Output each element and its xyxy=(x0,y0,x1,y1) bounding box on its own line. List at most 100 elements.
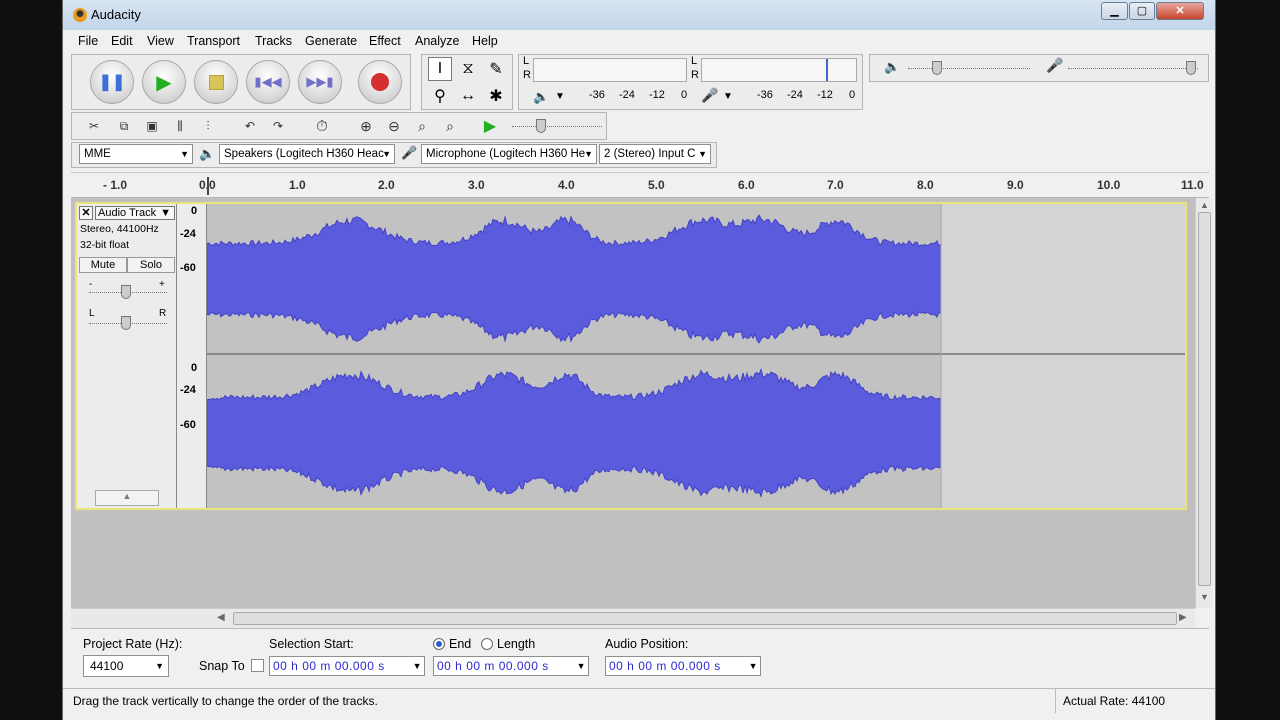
cut-icon[interactable]: ✂ xyxy=(82,115,106,137)
multi-tool-icon[interactable]: ✱ xyxy=(484,84,508,108)
record-meter[interactable] xyxy=(701,58,857,82)
vertical-scrollbar[interactable]: ▲ ▼ xyxy=(1195,198,1213,608)
menu-analyze[interactable]: Analyze xyxy=(415,34,459,48)
edit-toolbar: ✂ ⧉ ▣ ⫼ ⫶ ↶ ↷ ⏱ ⊕ ⊖ ⌕ ⌕ ▶ xyxy=(71,112,607,140)
snap-to-checkbox[interactable] xyxy=(251,659,264,672)
undo-icon[interactable]: ↶ xyxy=(238,115,262,137)
play-at-speed-icon[interactable]: ▶ xyxy=(478,115,502,137)
paste-icon[interactable]: ▣ xyxy=(140,115,164,137)
gain-slider-thumb[interactable] xyxy=(121,285,131,299)
chevron-down-icon[interactable]: ▼ xyxy=(555,91,565,102)
menu-generate[interactable]: Generate xyxy=(305,34,357,48)
time-shift-tool-icon[interactable]: ↔ xyxy=(456,84,480,108)
audio-position-field[interactable]: 00 h 00 m 00.000 s ▼ xyxy=(605,656,761,676)
track-name-menu[interactable]: Audio Track ▼ xyxy=(95,206,175,220)
selection-end-field[interactable]: 00 h 00 m 00.000 s ▼ xyxy=(433,656,589,676)
playback-device-select[interactable]: Speakers (Logitech H360 Heac ▼ xyxy=(219,144,395,164)
length-radio[interactable] xyxy=(481,638,493,650)
record-scale-12: -12 xyxy=(817,89,833,101)
waveform-area[interactable] xyxy=(206,204,1185,508)
vruler-tick: -24 xyxy=(180,384,196,396)
menu-transport[interactable]: Transport xyxy=(187,34,240,48)
menu-effect[interactable]: Effect xyxy=(369,34,401,48)
input-volume-slider[interactable] xyxy=(1068,61,1198,75)
radio-dot xyxy=(436,641,442,647)
stop-button[interactable] xyxy=(194,60,238,104)
collapse-track-button[interactable]: ▲ xyxy=(95,490,159,506)
track-vertical-ruler[interactable]: 0 -24 -60 0 -24 -60 xyxy=(177,204,207,508)
chevron-down-icon: ▼ xyxy=(160,207,171,219)
zoom-tool-icon[interactable]: ⚲ xyxy=(428,84,452,108)
horizontal-scroll-thumb[interactable] xyxy=(233,612,1177,625)
play-speed-slider[interactable] xyxy=(512,119,602,133)
solo-button[interactable]: Solo xyxy=(127,257,175,273)
pan-slider-thumb[interactable] xyxy=(121,316,131,330)
skip-to-start-button[interactable]: ▮◀◀ xyxy=(246,60,290,104)
record-scale-24: -24 xyxy=(787,89,803,101)
end-radio[interactable] xyxy=(433,638,445,650)
input-volume-thumb[interactable] xyxy=(1186,61,1196,75)
play-speed-thumb[interactable] xyxy=(536,119,546,133)
playhead-marker xyxy=(207,177,209,195)
fit-project-icon[interactable]: ⌕ xyxy=(438,115,462,137)
selection-tool-icon[interactable]: I xyxy=(428,57,452,81)
scroll-up-arrow-icon[interactable]: ▲ xyxy=(1200,200,1209,210)
menu-help[interactable]: Help xyxy=(472,34,498,48)
close-button[interactable]: ✕ xyxy=(1156,2,1204,20)
audio-track[interactable]: ✕ Audio Track ▼ Stereo, 44100Hz 32-bit fl… xyxy=(75,202,1187,510)
silence-icon[interactable]: ⫶ xyxy=(196,115,220,137)
track-bit-depth-info: 32-bit float xyxy=(80,239,130,251)
scroll-right-arrow-icon[interactable]: ▶ xyxy=(1179,612,1187,623)
vertical-scroll-thumb[interactable] xyxy=(1198,212,1211,586)
output-volume-thumb[interactable] xyxy=(932,61,942,75)
output-volume-slider[interactable] xyxy=(908,61,1030,75)
timeline-ruler[interactable]: - 1.0 0.0 1.0 2.0 3.0 4.0 5.0 6.0 7.0 8.… xyxy=(71,172,1209,198)
scroll-down-arrow-icon[interactable]: ▼ xyxy=(1200,592,1209,602)
menu-edit[interactable]: Edit xyxy=(111,34,133,48)
project-rate-select[interactable]: 44100 ▼ xyxy=(83,655,169,677)
recording-channels-select[interactable]: 2 (Stereo) Input C ▼ xyxy=(599,144,711,164)
ruler-tick: 9.0 xyxy=(1007,178,1024,192)
chevron-down-icon[interactable]: ▼ xyxy=(723,91,733,102)
zoom-out-icon[interactable]: ⊖ xyxy=(382,115,406,137)
skip-to-end-button[interactable]: ▶▶▮ xyxy=(298,60,342,104)
playback-scale-12: -12 xyxy=(649,89,665,101)
minimize-button[interactable]: ▁ xyxy=(1101,2,1128,20)
maximize-button[interactable]: ▢ xyxy=(1129,2,1155,20)
redo-icon[interactable]: ↷ xyxy=(266,115,290,137)
gain-slider[interactable] xyxy=(89,285,167,299)
horizontal-scrollbar[interactable]: ◀ ▶ xyxy=(71,608,1195,628)
audio-host-select[interactable]: MME ▼ xyxy=(79,144,193,164)
selection-start-field[interactable]: 00 h 00 m 00.000 s ▼ xyxy=(269,656,425,676)
draw-tool-icon[interactable]: ✎ xyxy=(484,57,508,81)
play-button[interactable]: ▶ xyxy=(142,60,186,104)
playback-scale-0: 0 xyxy=(681,89,688,101)
transport-toolbar: ❚❚ ▶ ▮◀◀ ▶▶▮ xyxy=(71,54,411,110)
sync-lock-icon[interactable]: ⏱ xyxy=(310,115,334,137)
menu-view[interactable]: View xyxy=(147,34,174,48)
recording-device-value: Microphone (Logitech H360 He xyxy=(426,148,586,160)
mute-button[interactable]: Mute xyxy=(79,257,127,273)
trim-icon[interactable]: ⫼ xyxy=(168,115,192,137)
menu-file[interactable]: File xyxy=(78,34,98,48)
pause-button[interactable]: ❚❚ xyxy=(90,60,134,104)
playback-meter[interactable] xyxy=(533,58,687,82)
ruler-tick: 6.0 xyxy=(738,178,755,192)
speaker-icon[interactable]: 🔈 xyxy=(533,89,549,105)
pan-slider[interactable] xyxy=(89,316,167,330)
track-control-panel[interactable]: ✕ Audio Track ▼ Stereo, 44100Hz 32-bit fl… xyxy=(77,204,177,508)
status-divider xyxy=(1055,689,1056,713)
microphone-icon[interactable]: 🎤 xyxy=(701,87,718,104)
menu-tracks[interactable]: Tracks xyxy=(255,34,292,48)
zoom-in-icon[interactable]: ⊕ xyxy=(354,115,378,137)
mixer-toolbar: 🔈 🎤 xyxy=(869,54,1209,82)
recording-device-select[interactable]: Microphone (Logitech H360 He ▼ xyxy=(421,144,597,164)
fit-selection-icon[interactable]: ⌕ xyxy=(410,115,434,137)
envelope-tool-icon[interactable]: ⧖ xyxy=(456,57,480,81)
actual-rate: Actual Rate: 44100 xyxy=(1063,694,1166,708)
track-close-button[interactable]: ✕ xyxy=(79,206,93,220)
record-scale-36: -36 xyxy=(757,89,773,101)
record-button[interactable] xyxy=(358,60,402,104)
copy-icon[interactable]: ⧉ xyxy=(112,115,136,137)
scroll-left-arrow-icon[interactable]: ◀ xyxy=(217,612,225,623)
